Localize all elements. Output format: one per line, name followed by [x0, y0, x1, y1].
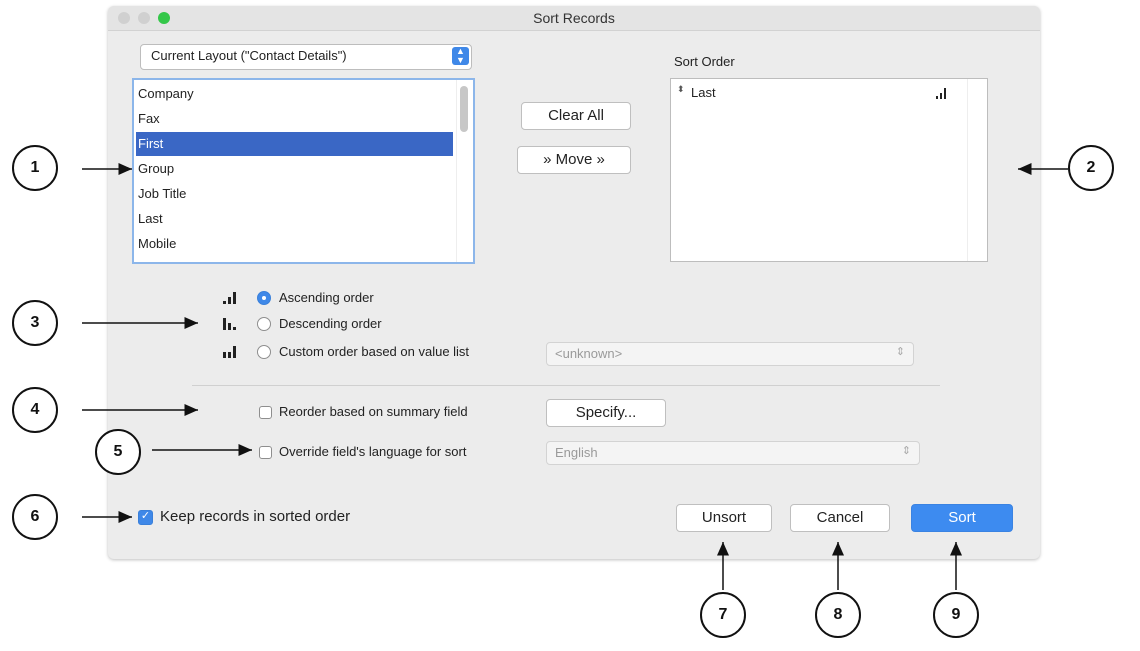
- callout-1: 1: [12, 145, 58, 191]
- callout-2: 2: [1068, 145, 1114, 191]
- callout-7: 7: [700, 592, 746, 638]
- callout-9: 9: [933, 592, 979, 638]
- callout-4: 4: [12, 387, 58, 433]
- callout-5: 5: [95, 429, 141, 475]
- callout-8: 8: [815, 592, 861, 638]
- callout-6: 6: [12, 494, 58, 540]
- callout-3: 3: [12, 300, 58, 346]
- callout-arrows: [82, 163, 1068, 590]
